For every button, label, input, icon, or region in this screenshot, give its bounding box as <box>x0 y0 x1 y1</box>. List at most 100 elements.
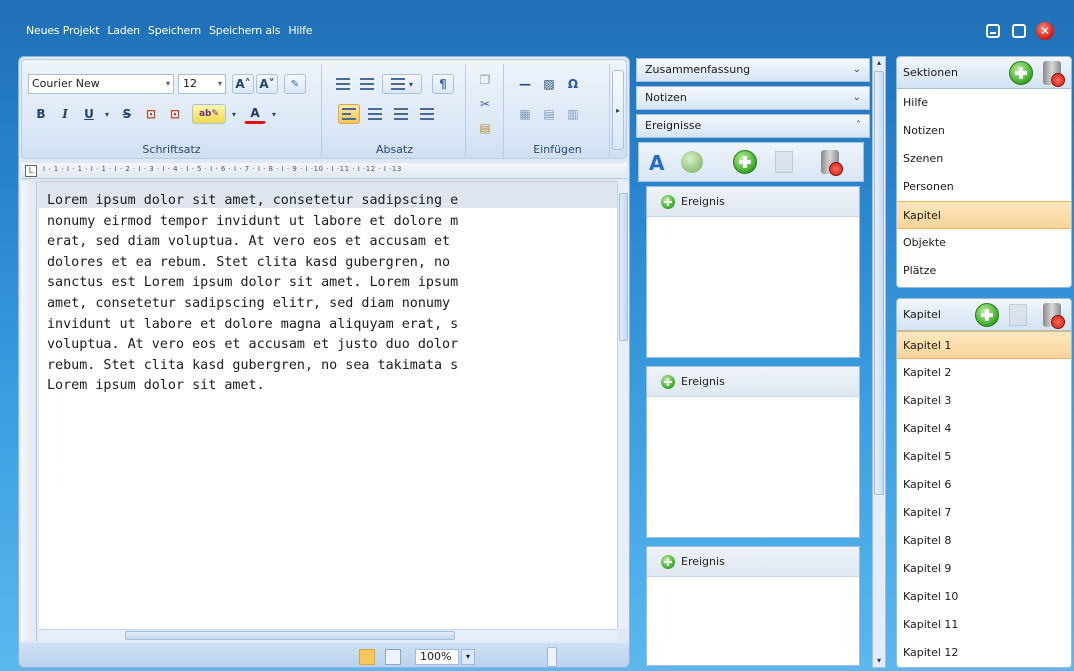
scrollbar-thumb[interactable] <box>125 631 455 640</box>
insert-symbol-button[interactable]: Ω <box>562 74 584 94</box>
insert-image-button[interactable]: ▨ <box>538 74 560 94</box>
paragraph-mark-button[interactable]: ¶ <box>432 74 454 94</box>
highlight-dropdown[interactable]: ▾ <box>228 104 240 124</box>
scroll-up-icon[interactable]: ▴ <box>873 57 885 69</box>
shrink-font-button[interactable]: A˅ <box>256 74 278 94</box>
add-event-icon[interactable] <box>733 150 757 174</box>
chapter-list-item[interactable]: Kapitel 10 <box>897 583 1071 611</box>
horizontal-line-button[interactable]: — <box>514 74 536 94</box>
superscript-button[interactable]: ⊡ <box>164 104 186 124</box>
scrollbar-thumb[interactable] <box>619 193 628 341</box>
section-list-item[interactable]: Notizen <box>897 117 1071 145</box>
font-family-select[interactable]: Courier New ▾ <box>28 74 174 94</box>
grow-font-button[interactable]: A˄ <box>232 74 254 94</box>
section-list-item[interactable]: Personen <box>897 173 1071 201</box>
event-card-header[interactable]: Ereignis <box>647 547 859 577</box>
editor-panel: Courier New ▾ 12 ▾ A˄ A˅ ✎ B I U ▾ S ⊡ ⊡… <box>18 56 630 668</box>
underline-dropdown[interactable]: ▾ <box>100 104 114 124</box>
event-card-header[interactable]: Ereignis <box>647 367 859 397</box>
event-card[interactable]: Ereignis <box>646 366 860 538</box>
line-spacing-button[interactable]: ▾ <box>382 74 422 94</box>
section-list-item[interactable]: Plätze <box>897 257 1071 285</box>
accordion-events[interactable]: Ereignisse ˄ <box>636 114 870 138</box>
accordion-summary[interactable]: Zusammenfassung ⌄ <box>636 58 870 82</box>
chapter-list-item[interactable]: Kapitel 9 <box>897 555 1071 583</box>
underline-button[interactable]: U <box>78 104 100 124</box>
ribbon-scroll-right[interactable]: ▸ <box>612 70 624 150</box>
bold-button[interactable]: B <box>30 104 52 124</box>
plus-icon <box>661 195 675 209</box>
chapter-list-item[interactable]: Kapitel 11 <box>897 611 1071 639</box>
minimize-button[interactable] <box>984 22 1002 40</box>
web-layout-view-button[interactable] <box>385 649 401 665</box>
copy-chapter-icon[interactable] <box>1009 304 1027 326</box>
chapters-panel: Kapitel Kapitel 1 Kapitel 2 Kapitel 3 Kapit… <box>896 298 1072 668</box>
section-list-item[interactable]: Szenen <box>897 145 1071 173</box>
section-list-item[interactable]: Kapitel <box>897 201 1071 229</box>
scroll-down-icon[interactable]: ▾ <box>873 655 885 667</box>
chapter-list-item[interactable]: Kapitel 8 <box>897 527 1071 555</box>
chapter-list-item[interactable]: Kapitel 12 <box>897 639 1071 667</box>
scrollbar-thumb[interactable] <box>874 71 884 495</box>
close-button[interactable]: ✕ <box>1036 22 1054 40</box>
chapter-list-item[interactable]: Kapitel 2 <box>897 359 1071 387</box>
strikethrough-button[interactable]: S <box>116 104 138 124</box>
delete-section-icon[interactable] <box>1043 61 1065 87</box>
subscript-button[interactable]: ⊡ <box>140 104 162 124</box>
event-card[interactable]: Ereignis <box>646 186 860 358</box>
highlight-button[interactable]: ab✎ <box>192 104 226 124</box>
align-left-button[interactable] <box>338 104 360 124</box>
menu-load[interactable]: Laden <box>107 24 140 37</box>
tab-stop-selector[interactable]: L <box>25 165 37 177</box>
editor-horizontal-scrollbar[interactable] <box>39 629 617 641</box>
menu-save[interactable]: Speichern <box>148 24 201 37</box>
section-list-item[interactable]: Objekte <box>897 229 1071 257</box>
delete-chapter-icon[interactable] <box>1043 303 1065 329</box>
align-justify-button[interactable] <box>416 104 438 124</box>
add-chapter-icon[interactable] <box>975 303 999 327</box>
copy-button[interactable]: ❐ <box>474 70 496 90</box>
event-card[interactable]: Ereignis <box>646 546 860 666</box>
chapter-list-item[interactable]: Kapitel 5 <box>897 443 1071 471</box>
font-color-button[interactable]: A <box>244 104 266 124</box>
menu-help[interactable]: Hilfe <box>288 24 312 37</box>
menu-save-as[interactable]: Speichern als <box>209 24 281 37</box>
numbered-list-button[interactable] <box>356 74 378 94</box>
middle-scrollbar[interactable]: ▴ ▾ <box>872 56 886 668</box>
chapter-list-item[interactable]: Kapitel 6 <box>897 471 1071 499</box>
section-list-item[interactable]: Hilfe <box>897 89 1071 117</box>
insert-row-button[interactable]: ▤ <box>538 104 560 124</box>
font-color-dropdown[interactable]: ▾ <box>268 104 280 124</box>
chapter-list-item[interactable]: Kapitel 3 <box>897 387 1071 415</box>
document-text[interactable]: Lorem ipsum dolor sit amet, consetetur s… <box>47 191 595 431</box>
horizontal-ruler[interactable]: L I · 1 · I · 1 · I · 1 · I · 2 · I · 3 … <box>21 163 627 179</box>
align-right-button[interactable] <box>390 104 412 124</box>
edit-event-icon[interactable] <box>681 151 703 173</box>
vertical-ruler[interactable] <box>21 181 37 641</box>
paste-button[interactable]: ▤ <box>474 118 496 138</box>
editor-vertical-scrollbar[interactable] <box>617 181 629 629</box>
bullet-list-button[interactable] <box>332 74 354 94</box>
chapter-list-item[interactable]: Kapitel 4 <box>897 415 1071 443</box>
zoom-dropdown[interactable]: ▾ <box>461 649 475 665</box>
copy-event-icon[interactable] <box>775 151 793 173</box>
accordion-notes[interactable]: Notizen ⌄ <box>636 86 870 110</box>
font-size-select[interactable]: 12 ▾ <box>178 74 226 94</box>
italic-button[interactable]: I <box>54 104 76 124</box>
delete-event-icon[interactable] <box>821 150 843 176</box>
chapter-list-item[interactable]: Kapitel 7 <box>897 499 1071 527</box>
menu-new-project[interactable]: Neues Projekt <box>26 24 100 37</box>
insert-column-button[interactable]: ▥ <box>562 104 584 124</box>
insert-table-button[interactable]: ▦ <box>514 104 536 124</box>
clear-format-button[interactable]: ✎ <box>284 74 306 94</box>
maximize-button[interactable] <box>1010 22 1028 40</box>
zoom-slider-handle[interactable] <box>547 647 557 667</box>
font-style-icon[interactable]: A <box>649 151 664 175</box>
print-layout-view-button[interactable] <box>359 649 375 665</box>
cut-button[interactable]: ✂ <box>474 94 496 114</box>
add-section-icon[interactable] <box>1009 61 1033 85</box>
chapter-list-item[interactable]: Kapitel 1 <box>897 331 1071 359</box>
event-card-header[interactable]: Ereignis <box>647 187 859 217</box>
align-center-button[interactable] <box>364 104 386 124</box>
zoom-field[interactable]: 100% <box>415 649 459 665</box>
